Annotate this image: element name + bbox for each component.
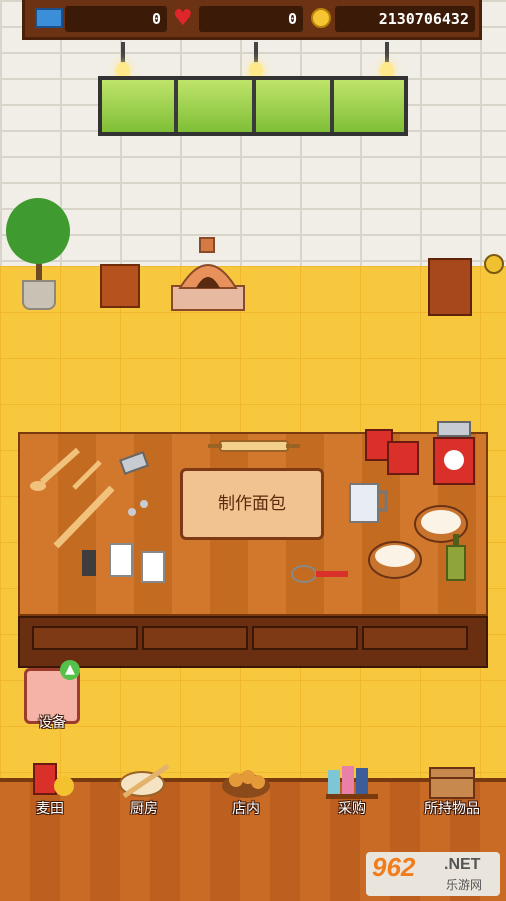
drawer	[32, 626, 138, 650]
watermark-sub: 乐游网	[446, 878, 483, 892]
purchase-icon	[326, 766, 378, 799]
measuring-cup-icon	[349, 483, 388, 523]
drawer	[362, 626, 468, 650]
equipment-label: 设备	[38, 715, 66, 731]
orange-tree-icon[interactable]	[6, 198, 70, 264]
window	[98, 76, 408, 136]
window-pane	[178, 80, 252, 132]
jars-icon	[82, 543, 165, 583]
inventory-icon	[429, 767, 475, 799]
rolling-pin-icon	[208, 440, 300, 452]
top-hud-bar: 0 ♥ 0 2130706432	[22, 0, 482, 40]
plant-pot	[22, 280, 56, 310]
brick-oven-icon[interactable]	[170, 236, 246, 312]
watermark-suffix: .NET	[444, 856, 481, 873]
nav-label: 采购	[338, 801, 366, 817]
scraper-icon	[119, 451, 149, 516]
nav-kitchen[interactable]: 厨房	[104, 762, 184, 822]
scale-icon	[433, 421, 475, 485]
utensils-icon	[30, 447, 115, 549]
shop-icon	[222, 770, 270, 798]
window-pane	[256, 80, 330, 132]
oil-bottle-icon	[446, 534, 466, 581]
small-oven-icon[interactable]	[100, 264, 140, 308]
heart-icon: ♥	[173, 6, 193, 31]
lamp-cord	[254, 42, 258, 64]
coin-icon	[311, 8, 331, 28]
firewood-stack-icon[interactable]	[428, 258, 472, 316]
nav-purchase[interactable]: 采购	[312, 762, 392, 822]
nav-label: 所持物品	[424, 801, 480, 817]
nav-shop[interactable]: 店内	[206, 762, 286, 822]
window-pane	[334, 80, 404, 132]
flour-bowl-icon	[368, 541, 422, 579]
nav-label: 厨房	[130, 801, 158, 817]
upgrade-arrow-icon: ▲	[60, 660, 80, 680]
lamp-cord	[385, 42, 389, 64]
table-drawers	[18, 616, 488, 668]
nav-wheat-field[interactable]: 麦田	[10, 762, 90, 822]
chicken-eggs-icon	[365, 429, 419, 475]
watermark-number: 962	[372, 852, 416, 882]
whisk-icon	[291, 565, 348, 583]
clock-icon[interactable]	[484, 254, 504, 274]
lamp-cord	[121, 42, 125, 64]
nav-label: 店内	[232, 801, 260, 817]
drawer	[142, 626, 248, 650]
ticket-icon	[35, 8, 63, 28]
nav-inventory[interactable]: 所持物品	[412, 762, 492, 822]
drawer	[252, 626, 358, 650]
ticket-count: 0	[65, 6, 167, 32]
window-pane	[102, 80, 174, 132]
nav-label: 麦田	[36, 801, 64, 817]
heart-count: 0	[199, 6, 303, 32]
coin-count: 2130706432	[335, 6, 475, 32]
make-bread-button[interactable]: 制作面包	[180, 468, 324, 540]
kitchen-icon	[119, 763, 170, 799]
wheat-field-icon	[33, 763, 74, 796]
